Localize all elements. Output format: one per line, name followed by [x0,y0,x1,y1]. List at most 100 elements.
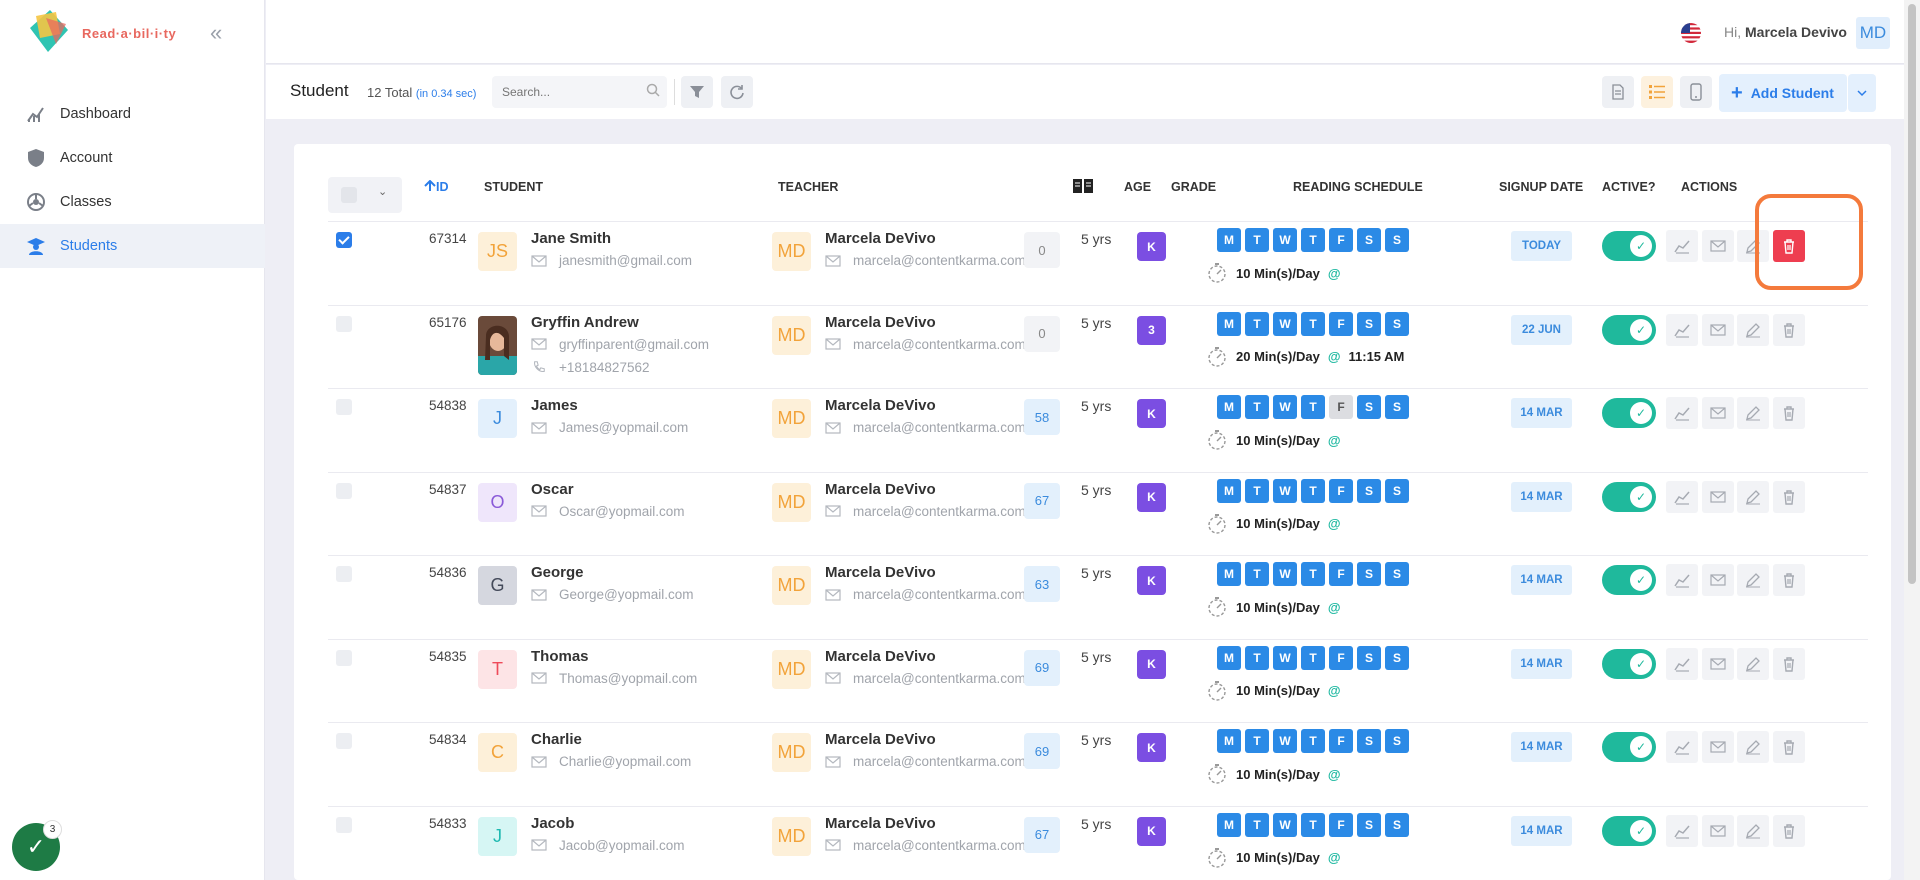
row-checkbox[interactable] [336,315,352,332]
active-toggle[interactable]: ✓ [1602,815,1656,846]
delete-button[interactable] [1773,731,1805,763]
day-toggle[interactable]: T [1301,311,1325,336]
view-stats-button[interactable] [1666,731,1698,763]
select-all-checkbox[interactable] [341,187,357,203]
add-student-dropdown-button[interactable] [1848,74,1876,112]
student-name[interactable]: Gryffin Andrew [531,314,639,331]
day-toggle[interactable]: S [1385,311,1409,336]
sidebar-item-account[interactable]: Account [0,136,265,180]
sidebar-item-classes[interactable]: Classes [0,180,265,224]
day-toggle[interactable]: S [1385,562,1409,586]
header-signup-date[interactable]: SIGNUP DATE [1499,180,1583,194]
student-name[interactable]: Oscar [531,481,574,498]
row-checkbox[interactable] [336,649,352,666]
day-toggle[interactable]: T [1301,478,1325,503]
day-toggle[interactable]: F [1329,729,1353,753]
day-toggle[interactable]: F [1329,645,1353,670]
day-toggle[interactable]: W [1273,729,1297,753]
day-toggle[interactable]: F [1329,311,1353,336]
day-toggle[interactable]: M [1217,478,1241,503]
edit-button[interactable] [1737,480,1769,513]
send-email-button[interactable] [1702,230,1734,262]
day-toggle[interactable]: F [1329,478,1353,503]
student-name[interactable]: Jane Smith [531,230,611,247]
send-email-button[interactable] [1702,397,1734,429]
active-toggle[interactable]: ✓ [1602,398,1656,428]
send-email-button[interactable] [1702,814,1734,847]
day-toggle[interactable]: M [1217,729,1241,753]
day-toggle[interactable]: S [1385,645,1409,670]
day-toggle[interactable]: S [1385,228,1409,252]
view-stats-button[interactable] [1666,397,1698,429]
edit-button[interactable] [1737,313,1769,346]
active-toggle[interactable]: ✓ [1602,231,1656,261]
readability-logo[interactable]: Read·a·bil·i·ty [26,8,186,58]
student-name[interactable]: George [531,564,584,581]
row-checkbox[interactable] [336,816,352,833]
active-toggle[interactable]: ✓ [1602,648,1656,679]
day-toggle[interactable]: W [1273,395,1297,419]
refresh-button[interactable] [721,76,753,108]
sidebar-item-dashboard[interactable]: Dashboard [0,92,265,136]
day-toggle[interactable]: S [1385,478,1409,503]
day-toggle[interactable]: T [1245,645,1269,670]
active-toggle[interactable]: ✓ [1602,481,1656,512]
day-toggle[interactable]: W [1273,311,1297,336]
view-stats-button[interactable] [1666,480,1698,513]
active-toggle[interactable]: ✓ [1602,314,1656,345]
day-toggle[interactable]: F [1329,395,1353,419]
edit-button[interactable] [1737,397,1769,429]
row-checkbox[interactable] [336,232,352,248]
day-toggle[interactable]: W [1273,228,1297,252]
header-student[interactable]: STUDENT [484,180,543,194]
edit-button[interactable] [1737,814,1769,847]
delete-button[interactable] [1773,814,1805,847]
day-toggle[interactable]: M [1217,311,1241,336]
day-toggle[interactable]: W [1273,812,1297,837]
view-stats-button[interactable] [1666,230,1698,262]
day-toggle[interactable]: T [1301,729,1325,753]
send-email-button[interactable] [1702,564,1734,596]
view-stats-button[interactable] [1666,313,1698,346]
student-name[interactable]: James [531,397,578,414]
delete-button[interactable] [1773,647,1805,680]
document-view-button[interactable] [1602,76,1634,108]
table-row[interactable]: 54836 G George George@yopmail.com MD Marcela … [328,555,1868,638]
row-checkbox[interactable] [336,399,352,415]
day-toggle[interactable]: M [1217,395,1241,419]
list-view-button[interactable] [1641,76,1673,108]
day-toggle[interactable]: T [1301,812,1325,837]
table-row[interactable]: 54838 J James James@yopmail.com MD Marcela De… [328,388,1868,471]
view-stats-button[interactable] [1666,564,1698,596]
day-toggle[interactable]: T [1301,395,1325,419]
table-row[interactable]: 54834 C Charlie Charlie@yopmail.com MD Marcel… [328,722,1868,805]
day-toggle[interactable]: S [1385,729,1409,753]
delete-button[interactable] [1773,397,1805,429]
collapse-sidebar-icon[interactable]: « [210,20,222,46]
delete-button[interactable] [1773,230,1805,262]
day-toggle[interactable]: S [1357,729,1381,753]
delete-button[interactable] [1773,564,1805,596]
student-name[interactable]: Thomas [531,648,589,665]
row-checkbox[interactable] [336,482,352,499]
search-input[interactable] [492,76,667,108]
day-toggle[interactable]: T [1245,562,1269,586]
day-toggle[interactable]: F [1329,562,1353,586]
active-toggle[interactable]: ✓ [1602,732,1656,762]
student-name[interactable]: Jacob [531,815,574,832]
send-email-button[interactable] [1702,647,1734,680]
select-all-dropdown[interactable]: ⌄ [328,177,402,213]
table-row[interactable]: 67314 JS Jane Smith janesmith@gmail.com MD Ma… [328,221,1868,304]
edit-button[interactable] [1737,564,1769,596]
row-checkbox[interactable] [336,733,352,749]
day-toggle[interactable]: S [1357,645,1381,670]
table-row[interactable]: 54837 O Oscar Oscar@yopmail.com MD Marcela De… [328,471,1868,555]
day-toggle[interactable]: T [1301,228,1325,252]
view-stats-button[interactable] [1666,814,1698,847]
day-toggle[interactable]: W [1273,478,1297,503]
page-scrollbar[interactable] [1904,0,1920,880]
header-active[interactable]: ACTIVE? [1602,180,1655,194]
send-email-button[interactable] [1702,480,1734,513]
day-toggle[interactable]: T [1245,812,1269,837]
filter-button[interactable] [681,76,713,108]
